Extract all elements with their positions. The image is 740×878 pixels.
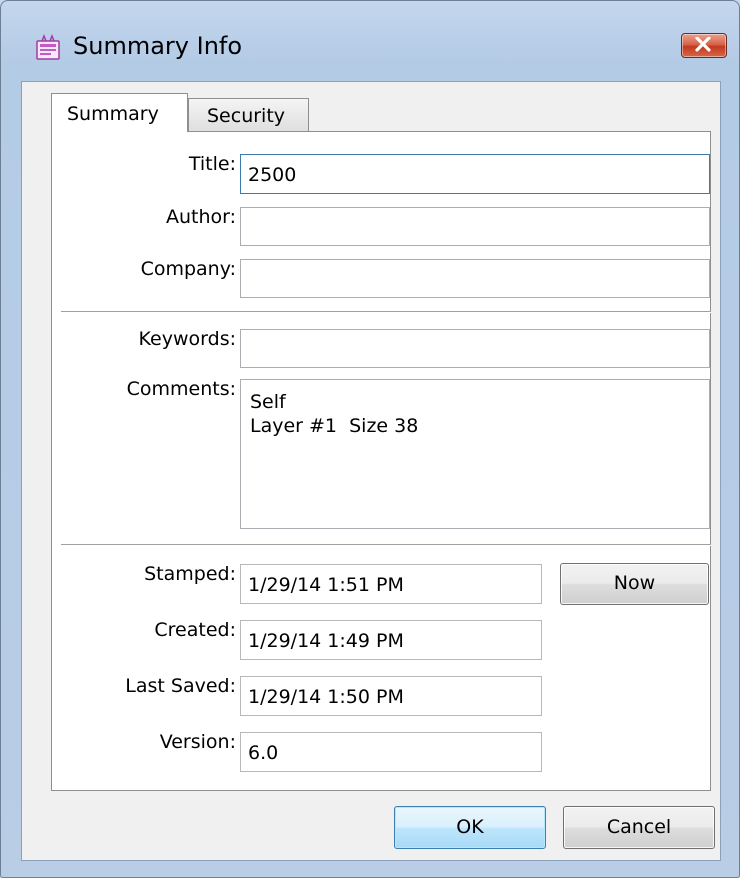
title-bar[interactable]: Summary Info [1,1,739,81]
keywords-field[interactable] [240,329,710,368]
dialog-client-area: Summary Security Title: 2500 Author: Com… [21,81,721,861]
separator-bottom [61,544,711,546]
cancel-button[interactable]: Cancel [563,806,715,849]
tab-security[interactable]: Security [188,98,309,132]
created-field: 1/29/14 1:49 PM [240,620,542,660]
version-field: 6.0 [240,732,542,772]
company-label: Company: [140,258,236,280]
summary-info-dialog: Summary Info Summary Security Title: 250… [0,0,740,878]
close-button[interactable] [681,33,727,58]
ok-button[interactable]: OK [394,806,546,849]
stamped-label: Stamped: [144,563,236,585]
now-button[interactable]: Now [560,563,709,605]
keywords-label: Keywords: [138,328,236,350]
summary-info-app-icon [35,33,61,60]
author-field[interactable] [240,207,710,246]
tab-summary[interactable]: Summary [51,93,188,132]
comments-label: Comments: [126,378,236,400]
stamped-field: 1/29/14 1:51 PM [240,564,542,604]
title-label: Title: [188,153,236,175]
company-field[interactable] [240,259,710,298]
created-label: Created: [154,619,236,641]
title-field[interactable]: 2500 [240,154,710,194]
window-title: Summary Info [73,32,243,60]
separator-top [61,311,711,313]
comments-field[interactable]: Self Layer #1 Size 38 [240,379,710,529]
version-label: Version: [159,731,236,753]
last-saved-label: Last Saved: [125,675,236,697]
summary-tab-panel: Title: 2500 Author: Company: Keywords: C… [51,131,711,791]
author-label: Author: [165,206,236,228]
last-saved-field: 1/29/14 1:50 PM [240,676,542,716]
